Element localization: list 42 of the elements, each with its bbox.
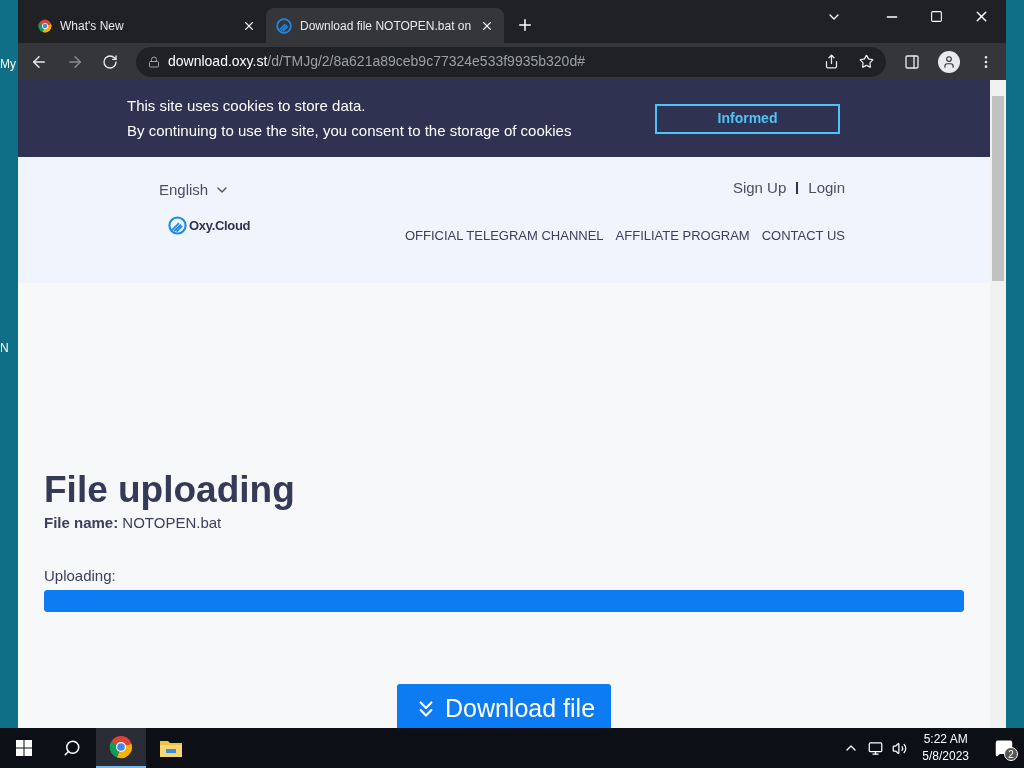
- tab-logo-icon: [276, 17, 292, 34]
- download-button[interactable]: Download file: [396, 684, 612, 728]
- address-bar[interactable]: download.oxy.st/d/TMJg/2/8a621a89ceb9c77324e533f9935b320d#: [136, 46, 886, 77]
- clock-date[interactable]: 5/8/2023: [922, 748, 969, 765]
- nav-link[interactable]: AFFILIATE PROGRAM: [615, 225, 750, 245]
- cookie-notice-text: By continuing to use the site, you consent to the storage of cookies: [127, 122, 572, 140]
- notification-badge: 2: [1004, 747, 1018, 761]
- new-tab-icon[interactable]: [516, 16, 534, 34]
- tab-title: What's New: [60, 17, 125, 35]
- browser-tab[interactable]: What's New: [28, 8, 266, 43]
- auth-link[interactable]: Sign Up: [732, 177, 787, 200]
- url-text: download.oxy.st/d/TMJg/2/8a621a89ceb9c77324e533f9935b320d#: [168, 52, 586, 71]
- search-icon[interactable]: [63, 739, 81, 757]
- lock-icon: [148, 55, 160, 68]
- network-icon[interactable]: [868, 740, 884, 756]
- oxy-logo-icon: [168, 215, 187, 235]
- nav-link[interactable]: CONTACT US: [761, 225, 845, 245]
- maximize-icon[interactable]: [930, 10, 943, 23]
- desktop-icon-label: My: [0, 58, 16, 70]
- file-name-text: File name: NOTOPEN.bat: [44, 513, 223, 533]
- tab-title: Download file NOTOPEN.bat on: [300, 17, 472, 35]
- cookie-notice-text: This site uses cookies to store data.: [127, 97, 367, 115]
- folder-icon[interactable]: [160, 739, 182, 757]
- browser-tab[interactable]: Download file NOTOPEN.bat on: [266, 8, 504, 43]
- logo-text: Oxy.Cloud: [189, 216, 251, 235]
- progress-label: Uploading:: [44, 565, 117, 586]
- volume-icon[interactable]: [892, 740, 908, 756]
- chrome-icon: [38, 18, 52, 33]
- share-icon[interactable]: [824, 54, 839, 69]
- profile-icon[interactable]: [938, 50, 960, 73]
- page-title: File uploading: [44, 468, 296, 512]
- informed-button[interactable]: Informed: [655, 103, 840, 134]
- auth-link[interactable]: Login: [808, 177, 845, 200]
- nav-link[interactable]: OFFICIAL TELEGRAM CHANNEL: [404, 225, 604, 245]
- clock-time[interactable]: 5:22 AM: [923, 731, 968, 748]
- scrollbar[interactable]: [990, 80, 1006, 728]
- bookmark-star-icon[interactable]: [859, 54, 874, 69]
- reload-icon[interactable]: [102, 53, 118, 70]
- desktop-icon-label: N: [0, 342, 9, 354]
- side-panel-icon[interactable]: [904, 53, 920, 70]
- language-selector[interactable]: English: [159, 179, 231, 202]
- chrome-taskbar-icon: [109, 735, 133, 759]
